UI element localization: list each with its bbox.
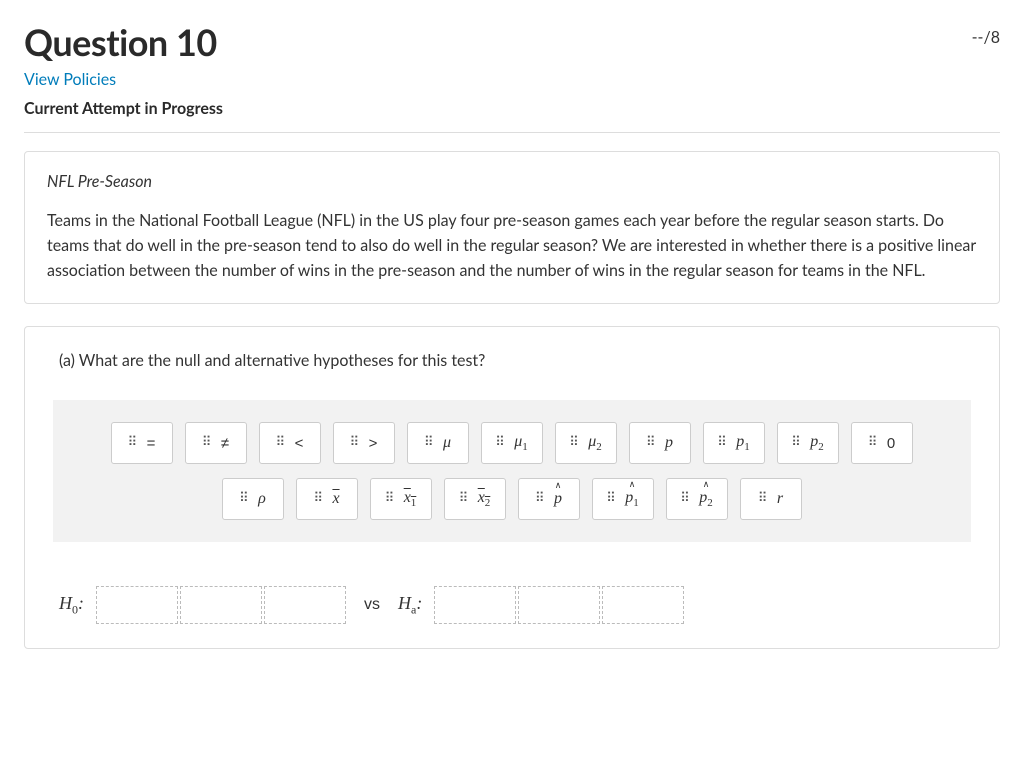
- chip-symbol: p1: [625, 489, 639, 509]
- grip-icon: [681, 494, 691, 504]
- chip-symbol: μ: [443, 434, 451, 452]
- ha-label: Ha:: [398, 593, 422, 618]
- grip-icon: [607, 494, 617, 504]
- chip-subscript: 1: [411, 497, 417, 509]
- chip-symbol: 0: [887, 435, 895, 452]
- chip-subscript: 1: [522, 441, 528, 453]
- chip-symbol: x: [332, 490, 339, 508]
- grip-icon: [759, 494, 769, 504]
- chip-xbar2[interactable]: x2: [444, 478, 506, 520]
- prompt-body: Teams in the National Football League (N…: [47, 209, 977, 283]
- ha-slot-3[interactable]: [602, 586, 684, 624]
- question-prompt-card: NFL Pre-Season Teams in the National Foo…: [24, 151, 1000, 304]
- palette-row-1: = ≠ < > μ μ1 μ2 p p1 p2 0: [93, 422, 931, 464]
- chip-symbol: ρ: [258, 490, 266, 508]
- chip-symbol: r: [777, 490, 783, 508]
- chip-symbol: =: [147, 435, 156, 452]
- grip-icon: [718, 438, 728, 448]
- part-a-card: (a) What are the null and alternative hy…: [24, 326, 1000, 649]
- chip-p[interactable]: p: [629, 422, 691, 464]
- chip-mu1[interactable]: μ1: [481, 422, 543, 464]
- grip-icon: [203, 438, 213, 448]
- chip-subscript: 2: [596, 441, 602, 453]
- chip-symbol: p1: [736, 433, 750, 453]
- chip-p2[interactable]: p2: [777, 422, 839, 464]
- symbol-palette: = ≠ < > μ μ1 μ2 p p1 p2 0 ρ x x1 x2 p p1 p2 r: [53, 400, 971, 542]
- chip-r[interactable]: r: [740, 478, 802, 520]
- chip-subscript: 1: [633, 497, 639, 509]
- question-title: Question 10: [24, 20, 217, 64]
- chip-p1[interactable]: p1: [703, 422, 765, 464]
- chip-subscript: 2: [485, 497, 491, 509]
- grip-icon: [869, 438, 879, 448]
- grip-icon: [536, 494, 546, 504]
- grip-icon: [792, 438, 802, 448]
- chip-subscript: 2: [707, 497, 713, 509]
- chip-mu[interactable]: μ: [407, 422, 469, 464]
- chip-phat[interactable]: p: [518, 478, 580, 520]
- h0-slot-2[interactable]: [180, 586, 262, 624]
- chip-symbol: x2: [478, 489, 491, 509]
- ha-slots: [434, 586, 684, 624]
- chip-xbar[interactable]: x: [296, 478, 358, 520]
- chip-symbol: x1: [404, 489, 417, 509]
- chip-symbol: >: [369, 435, 378, 452]
- points-display: --/8: [972, 28, 1000, 47]
- grip-icon: [351, 438, 361, 448]
- grip-icon: [570, 438, 580, 448]
- chip-symbol: p2: [810, 433, 824, 453]
- part-a-label: (a) What are the null and alternative hy…: [59, 351, 977, 370]
- chip-symbol: ≠: [221, 435, 229, 452]
- chip-mu2[interactable]: μ2: [555, 422, 617, 464]
- chip-symbol: <: [295, 435, 304, 452]
- attempt-status: Current Attempt in Progress: [24, 99, 1000, 133]
- chip-eq[interactable]: =: [111, 422, 173, 464]
- grip-icon: [240, 494, 250, 504]
- chip-gt[interactable]: >: [333, 422, 395, 464]
- chip-symbol: μ1: [514, 433, 528, 453]
- chip-lt[interactable]: <: [259, 422, 321, 464]
- grip-icon: [496, 438, 506, 448]
- palette-row-2: ρ x x1 x2 p p1 p2 r: [93, 478, 931, 520]
- chip-subscript: 1: [744, 441, 750, 453]
- chip-symbol: p: [665, 434, 673, 452]
- ha-slot-1[interactable]: [434, 586, 516, 624]
- chip-symbol: μ2: [588, 433, 602, 453]
- chip-phat1[interactable]: p1: [592, 478, 654, 520]
- grip-icon: [425, 438, 435, 448]
- chip-phat2[interactable]: p2: [666, 478, 728, 520]
- h0-slot-1[interactable]: [96, 586, 178, 624]
- grip-icon: [314, 494, 324, 504]
- grip-icon: [277, 438, 287, 448]
- h0-label: H0:: [59, 593, 84, 618]
- grip-icon: [386, 494, 396, 504]
- chip-symbol: p2: [699, 489, 713, 509]
- grip-icon: [129, 438, 139, 448]
- ha-slot-2[interactable]: [518, 586, 600, 624]
- chip-symbol: p: [554, 490, 562, 508]
- chip-xbar1[interactable]: x1: [370, 478, 432, 520]
- chip-neq[interactable]: ≠: [185, 422, 247, 464]
- h0-slot-3[interactable]: [264, 586, 346, 624]
- h0-slots: [96, 586, 346, 624]
- grip-icon: [460, 494, 470, 504]
- chip-subscript: 2: [818, 441, 824, 453]
- chip-rho[interactable]: ρ: [222, 478, 284, 520]
- chip-zero[interactable]: 0: [851, 422, 913, 464]
- grip-icon: [647, 438, 657, 448]
- view-policies-link[interactable]: View Policies: [24, 70, 116, 89]
- vs-label: vs: [364, 596, 380, 614]
- answer-area: H0: vs Ha:: [59, 586, 977, 624]
- prompt-subtitle: NFL Pre-Season: [47, 172, 977, 191]
